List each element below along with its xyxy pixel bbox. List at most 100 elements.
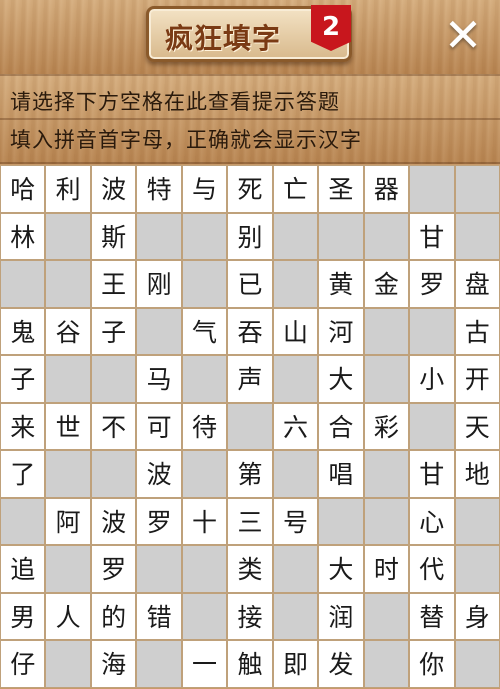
grid-cell-blocked [272,355,319,403]
grid-cell[interactable]: 器 [363,165,410,213]
level-badge: 2 [311,5,351,51]
grid-cell[interactable]: 河 [318,307,364,356]
game-title-plaque: 疯狂填字 2 [146,5,352,62]
hint-text-pinyin: 填入拼音首字母，正确就会显示汉字 [10,128,362,152]
grid-cell-blocked [409,307,455,356]
grid-cell[interactable]: 王 [90,260,137,308]
grid-cell[interactable]: 大 [318,545,364,593]
grid-cell[interactable]: 子 [90,307,137,356]
grid-cell[interactable]: 刚 [136,260,182,308]
grid-cell[interactable]: 盘 [454,260,500,308]
grid-cell[interactable]: 一 [181,640,228,688]
grid-cell[interactable]: 阿 [45,497,91,546]
grid-cell[interactable]: 可 [136,402,182,451]
grid-cell-blocked [363,355,410,403]
grid-cell[interactable]: 开 [454,355,500,403]
grid-cell[interactable]: 小 [409,355,455,403]
grid-cell[interactable]: 不 [90,402,137,451]
grid-cell-blocked [136,640,182,688]
crossword-grid: 哈利波特与死亡圣器林斯别甘王刚已黄金罗盘鬼谷子气吞山河古子马声大小开来世不可待六… [0,165,500,688]
grid-cell[interactable]: 金 [363,260,410,308]
grid-cell[interactable]: 待 [181,402,228,451]
grid-cell-blocked [0,260,46,308]
grid-cell[interactable]: 十 [181,497,228,546]
grid-cell[interactable]: 圣 [318,165,364,213]
grid-cell[interactable]: 波 [90,165,137,213]
grid-cell[interactable]: 合 [318,402,364,451]
grid-cell[interactable]: 气 [181,307,228,356]
grid-cell[interactable]: 彩 [363,402,410,451]
grid-cell[interactable]: 斯 [90,212,137,261]
grid-cell[interactable]: 罗 [136,497,182,546]
grid-cell[interactable]: 古 [454,307,500,356]
grid-cell[interactable]: 波 [90,497,137,546]
grid-cell[interactable]: 接 [227,592,273,641]
grid-cell-blocked [363,592,410,641]
grid-cell[interactable]: 哈 [0,165,46,213]
grid-cell[interactable]: 了 [0,450,46,498]
grid-cell[interactable]: 六 [272,402,319,451]
grid-cell-blocked [272,592,319,641]
grid-cell[interactable]: 即 [272,640,319,688]
grid-cell[interactable]: 别 [227,212,273,261]
grid-cell[interactable]: 发 [318,640,364,688]
grid-cell[interactable]: 子 [0,355,46,403]
grid-cell[interactable]: 与 [181,165,228,213]
grid-cell[interactable]: 谷 [45,307,91,356]
grid-cell[interactable]: 鬼 [0,307,46,356]
grid-cell[interactable]: 男 [0,592,46,641]
grid-cell[interactable]: 你 [409,640,455,688]
grid-cell[interactable]: 黄 [318,260,364,308]
grid-cell[interactable]: 林 [0,212,46,261]
grid-cell-blocked [363,640,410,688]
grid-cell[interactable]: 罗 [90,545,137,593]
grid-cell[interactable]: 亡 [272,165,319,213]
grid-cell[interactable]: 人 [45,592,91,641]
grid-cell-blocked [181,212,228,261]
grid-cell[interactable]: 的 [90,592,137,641]
grid-cell[interactable]: 心 [409,497,455,546]
grid-cell[interactable]: 吞 [227,307,273,356]
grid-cell-blocked [136,307,182,356]
grid-cell[interactable]: 山 [272,307,319,356]
grid-cell[interactable]: 天 [454,402,500,451]
grid-cell[interactable]: 甘 [409,212,455,261]
grid-cell[interactable]: 大 [318,355,364,403]
grid-cell[interactable]: 错 [136,592,182,641]
grid-cell[interactable]: 触 [227,640,273,688]
grid-cell[interactable]: 马 [136,355,182,403]
grid-cell[interactable]: 海 [90,640,137,688]
grid-cell-blocked [45,545,91,593]
grid-cell-blocked [409,165,455,213]
grid-cell[interactable]: 特 [136,165,182,213]
grid-cell[interactable]: 甘 [409,450,455,498]
grid-cell[interactable]: 替 [409,592,455,641]
grid-cell[interactable]: 地 [454,450,500,498]
grid-cell[interactable]: 润 [318,592,364,641]
grid-cell-blocked [318,497,364,546]
grid-cell[interactable]: 仔 [0,640,46,688]
grid-cell-blocked [45,212,91,261]
grid-cell[interactable]: 利 [45,165,91,213]
grid-cell[interactable]: 身 [454,592,500,641]
grid-cell-blocked [272,212,319,261]
grid-cell[interactable]: 时 [363,545,410,593]
grid-cell[interactable]: 罗 [409,260,455,308]
grid-cell-blocked [0,497,46,546]
grid-cell[interactable]: 波 [136,450,182,498]
grid-cell[interactable]: 唱 [318,450,364,498]
grid-cell[interactable]: 已 [227,260,273,308]
grid-cell-blocked [363,497,410,546]
grid-cell[interactable]: 来 [0,402,46,451]
grid-cell-blocked [363,450,410,498]
grid-cell[interactable]: 第 [227,450,273,498]
close-button[interactable]: ✕ [440,12,486,58]
grid-cell[interactable]: 声 [227,355,273,403]
grid-cell[interactable]: 代 [409,545,455,593]
grid-cell[interactable]: 号 [272,497,319,546]
grid-cell[interactable]: 三 [227,497,273,546]
grid-cell[interactable]: 世 [45,402,91,451]
grid-cell[interactable]: 类 [227,545,273,593]
grid-cell[interactable]: 追 [0,545,46,593]
grid-cell[interactable]: 死 [227,165,273,213]
